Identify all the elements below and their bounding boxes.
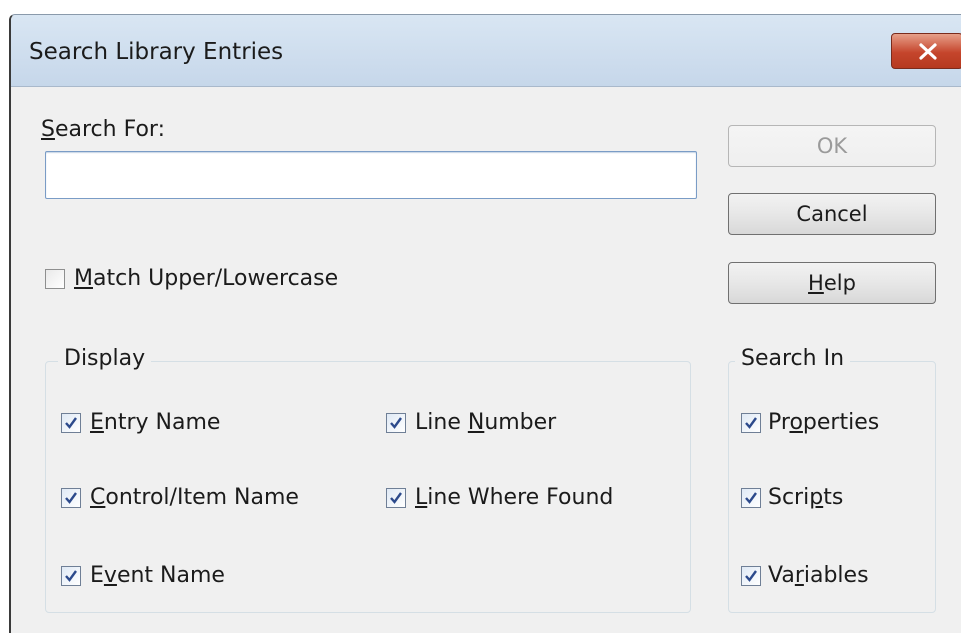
event-name-checkbox[interactable] xyxy=(61,566,81,586)
entry-name-label: Entry Name xyxy=(90,410,221,435)
search-input[interactable] xyxy=(45,151,697,199)
control-item-name-label: Control/Item Name xyxy=(90,485,299,510)
variables-checkbox[interactable] xyxy=(741,566,761,586)
cancel-button[interactable]: Cancel xyxy=(728,193,936,235)
ok-button[interactable]: OK xyxy=(728,125,936,167)
line-where-found-label: Line Where Found xyxy=(415,485,614,510)
dialog-window: Search Library Entries Search For: OK Ca… xyxy=(9,14,961,633)
checkmark-icon xyxy=(745,570,757,582)
event-name-label: Event Name xyxy=(90,563,225,588)
line-where-found-checkbox[interactable] xyxy=(386,488,406,508)
close-icon xyxy=(919,43,937,60)
checkmark-icon xyxy=(65,570,77,582)
search-in-group-legend: Search In xyxy=(735,346,851,371)
checkmark-icon xyxy=(390,417,402,429)
dialog-body: Search For: OK Cancel Help Match Upper/L… xyxy=(11,87,961,633)
window-title: Search Library Entries xyxy=(29,39,284,65)
line-number-checkbox[interactable] xyxy=(386,413,406,433)
checkmark-icon xyxy=(65,417,77,429)
checkmark-icon xyxy=(390,492,402,504)
entry-name-checkbox[interactable] xyxy=(61,413,81,433)
display-group-legend: Display xyxy=(58,346,152,371)
help-button[interactable]: Help xyxy=(728,262,936,304)
checkmark-icon xyxy=(745,417,757,429)
match-case-label: Match Upper/Lowercase xyxy=(74,266,339,291)
properties-label: Properties xyxy=(768,410,880,435)
properties-checkbox[interactable] xyxy=(741,413,761,433)
control-item-name-checkbox[interactable] xyxy=(61,488,81,508)
match-case-checkbox[interactable] xyxy=(45,269,65,289)
close-button[interactable] xyxy=(891,33,961,69)
title-bar[interactable]: Search Library Entries xyxy=(11,15,961,87)
scripts-checkbox[interactable] xyxy=(741,488,761,508)
scripts-label: Scripts xyxy=(768,485,844,510)
checkmark-icon xyxy=(745,492,757,504)
variables-label: Variables xyxy=(768,563,869,588)
checkmark-icon xyxy=(65,492,77,504)
line-number-label: Line Number xyxy=(415,410,557,435)
search-for-label: Search For: xyxy=(41,117,165,142)
